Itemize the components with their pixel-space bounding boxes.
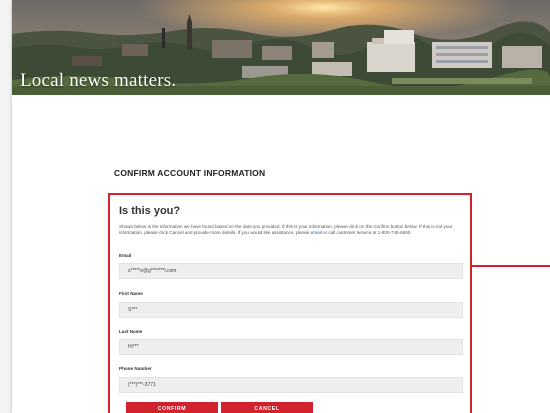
email-label: Email: [119, 253, 132, 258]
phone-number-field[interactable]: (***)***-3771: [119, 377, 463, 393]
last-name-label: Last Name: [119, 329, 143, 334]
last-name-field[interactable]: Hi***: [119, 339, 463, 355]
first-name-field[interactable]: S***: [119, 302, 463, 318]
card-description: Shown below is the information we have f…: [119, 224, 465, 236]
page: Local news matters. CONFIRM ACCOUNT INFO…: [12, 0, 550, 413]
email-field[interactable]: s*****e@g*******l.com: [119, 263, 463, 279]
hero-tagline: Local news matters.: [20, 70, 177, 91]
page-title: CONFIRM ACCOUNT INFORMATION: [114, 168, 266, 178]
hero-banner: Local news matters.: [12, 0, 550, 95]
cancel-button[interactable]: CANCEL: [221, 402, 313, 413]
first-name-label: First Name: [119, 291, 143, 296]
phone-number-label: Phone Number: [119, 366, 152, 371]
callout-line: [472, 265, 550, 267]
confirm-account-card: Is this you? Shown below is the informat…: [108, 193, 472, 413]
description-text-end: or call customer service at 1-800-745-66…: [321, 230, 412, 236]
confirm-button[interactable]: CONFIRM: [126, 402, 218, 413]
email-link[interactable]: email: [311, 230, 322, 235]
card-title: Is this you?: [119, 205, 181, 217]
